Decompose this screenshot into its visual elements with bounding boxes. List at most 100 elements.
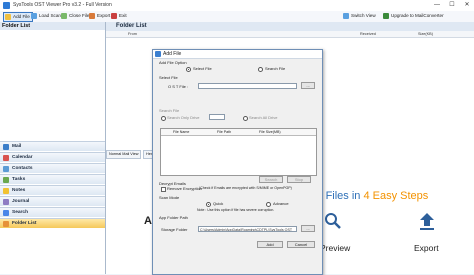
export-button[interactable]: Export bbox=[88, 12, 112, 20]
dialog-title: Add File bbox=[163, 51, 182, 57]
nav-item-calendar[interactable]: Calendar bbox=[0, 152, 105, 162]
nav-label: Search bbox=[12, 210, 28, 215]
folder-list-panel: Folder List Mail Calendar Contacts Tasks… bbox=[0, 22, 106, 274]
search-file-radio[interactable] bbox=[258, 67, 263, 72]
search-file-radio-label: Search File bbox=[265, 66, 286, 71]
add-file-dialog: Add File Add File Option Select File Sea… bbox=[152, 49, 323, 275]
add-button[interactable]: Add bbox=[257, 241, 283, 248]
nav-label: Calendar bbox=[12, 155, 33, 160]
preview-magnifier-icon bbox=[324, 212, 342, 230]
nav-item-search[interactable]: Search bbox=[0, 207, 105, 217]
load-scan-button[interactable]: Load Scan bbox=[30, 12, 63, 20]
quick-scan-label: Quick bbox=[213, 201, 224, 206]
nav-label: Contacts bbox=[12, 166, 33, 171]
column-received[interactable]: Received bbox=[360, 31, 376, 37]
tasks-icon bbox=[3, 177, 9, 183]
switch-view-icon bbox=[343, 13, 349, 19]
search-only-drive-radio[interactable] bbox=[161, 116, 166, 121]
remove-encryption-checkbox[interactable] bbox=[161, 187, 166, 192]
nav-item-mail[interactable]: Mail bbox=[0, 141, 105, 151]
search-only-drive-label: Search Only Drive bbox=[167, 115, 200, 120]
journal-icon bbox=[3, 199, 9, 205]
steps-title: T Files in 4 Easy Steps bbox=[316, 190, 428, 202]
folder-icon bbox=[3, 221, 9, 227]
close-file-icon bbox=[61, 13, 67, 19]
steps-title-prefix: T Files in bbox=[316, 190, 364, 202]
browse-ost-button[interactable]: ... bbox=[301, 82, 315, 89]
upgrade-icon bbox=[383, 13, 389, 19]
folder-list-title: Folder List bbox=[0, 22, 105, 30]
nav-label: Notes bbox=[12, 188, 26, 193]
decrypt-note: (Check if Emails are encrypted with S/MI… bbox=[199, 186, 292, 190]
step-preview-label: Preview bbox=[320, 243, 351, 253]
nav-label: Tasks bbox=[12, 177, 26, 182]
grid-col-file-path: File Path bbox=[217, 129, 232, 134]
load-scan-label: Load Scan bbox=[39, 13, 61, 18]
storage-folder-label: Storage Folder bbox=[161, 227, 188, 232]
nav-item-contacts[interactable]: Contacts bbox=[0, 163, 105, 173]
scan-mode-label: Scan Mode bbox=[159, 195, 180, 200]
notes-icon bbox=[3, 188, 9, 194]
nav-label: Journal bbox=[12, 199, 30, 204]
steps-title-accent: 4 Easy Steps bbox=[363, 190, 429, 202]
advance-scan-label: Advance bbox=[273, 201, 289, 206]
main-title: Folder List bbox=[116, 23, 147, 29]
search-icon bbox=[3, 210, 9, 216]
nav-item-notes[interactable]: Notes bbox=[0, 185, 105, 195]
tab-normal-mail-view[interactable]: Normal Mail View bbox=[106, 150, 142, 159]
column-size[interactable]: Size(KB) bbox=[418, 31, 433, 37]
step-export-label: Export bbox=[414, 243, 439, 253]
add-file-icon bbox=[5, 14, 11, 20]
search-results-grid[interactable]: File Name File Path File Size(MB) bbox=[160, 128, 317, 176]
quick-scan-radio[interactable] bbox=[206, 202, 211, 207]
storage-folder-input[interactable]: C:\Users\Admin\AppData\Roaming\CDTPL\Sys… bbox=[198, 226, 297, 232]
drive-select[interactable] bbox=[209, 114, 225, 120]
close-file-button[interactable]: Close File bbox=[60, 12, 91, 20]
upgrade-button[interactable]: Upgrade to MailConverter bbox=[382, 12, 446, 20]
advance-scan-radio[interactable] bbox=[266, 202, 271, 207]
exit-button[interactable]: Exit bbox=[110, 12, 129, 20]
load-scan-icon bbox=[31, 13, 37, 19]
minimize-button[interactable]: — bbox=[430, 0, 444, 11]
app-logo-icon bbox=[3, 2, 10, 9]
window-title: SysTools OST Viewer Pro v3.2 - Full Vers… bbox=[13, 2, 112, 8]
export-icon bbox=[89, 13, 95, 19]
nav-item-journal[interactable]: Journal bbox=[0, 196, 105, 206]
grid-col-file-name: File Name bbox=[173, 129, 190, 134]
nav-label: Mail bbox=[12, 144, 22, 149]
select-file-radio-label: Select File bbox=[193, 66, 212, 71]
contacts-icon bbox=[3, 166, 9, 172]
add-file-button[interactable]: Add File bbox=[3, 12, 33, 22]
remove-encryption-label: Remove Encryption bbox=[167, 186, 202, 191]
close-window-button[interactable]: ✕ bbox=[460, 0, 474, 11]
search-button[interactable]: Search bbox=[259, 176, 283, 183]
scan-note: Note : Use this option if file has sever… bbox=[197, 208, 275, 212]
ost-file-label: O S T File : bbox=[168, 84, 189, 89]
stop-button[interactable]: Stop bbox=[287, 176, 311, 183]
dialog-title-bar: Add File bbox=[153, 50, 322, 59]
browse-storage-button[interactable]: ... bbox=[301, 225, 315, 232]
search-all-drive-radio[interactable] bbox=[243, 116, 248, 121]
exit-label: Exit bbox=[119, 13, 127, 18]
mail-icon bbox=[3, 144, 9, 150]
nav-item-tasks[interactable]: Tasks bbox=[0, 174, 105, 184]
grid-header: File Name File Path File Size(MB) bbox=[161, 129, 316, 136]
column-from[interactable]: From bbox=[128, 31, 137, 37]
close-file-label: Close File bbox=[69, 13, 90, 18]
nav-item-folder-list[interactable]: Folder List bbox=[0, 218, 105, 228]
export-arrow-icon bbox=[418, 211, 436, 231]
add-file-label: Add File bbox=[13, 14, 30, 19]
select-file-radio[interactable] bbox=[186, 67, 191, 72]
exit-icon bbox=[111, 13, 117, 19]
maximize-button[interactable]: ☐ bbox=[445, 0, 459, 11]
search-all-drive-label: Search All Drive bbox=[249, 115, 278, 120]
ost-file-path-input[interactable] bbox=[198, 83, 297, 89]
upgrade-label: Upgrade to MailConverter bbox=[391, 13, 444, 18]
calendar-icon bbox=[3, 155, 9, 161]
search-file-section-label: Search File bbox=[159, 108, 180, 113]
export-label: Export bbox=[97, 13, 111, 18]
switch-view-label: Switch View bbox=[351, 13, 376, 18]
grid-col-file-size: File Size(MB) bbox=[259, 129, 281, 134]
switch-view-button[interactable]: Switch View bbox=[342, 12, 378, 20]
cancel-button[interactable]: Cancel bbox=[287, 241, 315, 248]
